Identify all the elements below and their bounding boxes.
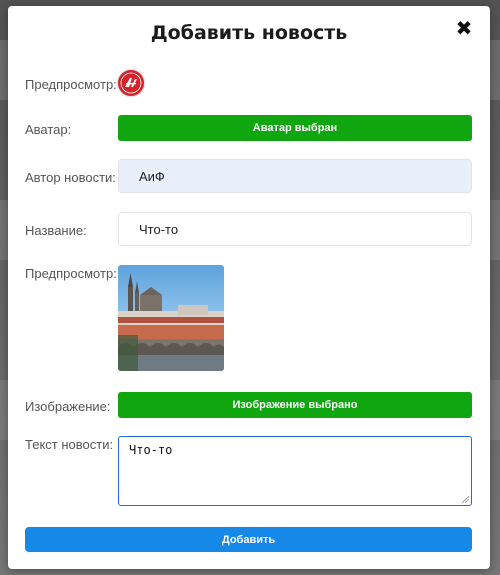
title-label: Название: (25, 223, 87, 238)
image-label: Изображение: (25, 399, 111, 414)
avatar-preview-label: Предпросмотр: (25, 77, 117, 92)
news-text-value: Что-то (129, 443, 173, 457)
avatar-select-button[interactable]: Аватар выбран (118, 115, 472, 141)
news-image-preview (118, 265, 224, 371)
prague-castle-photo (118, 273, 224, 371)
author-input[interactable]: АиФ (118, 159, 472, 193)
add-news-submit-button[interactable]: Добавить (25, 527, 472, 552)
close-icon[interactable]: ✖ (454, 18, 474, 38)
avatar-label: Аватар: (25, 122, 72, 137)
aif-logo-icon (120, 72, 142, 94)
text-label: Текст новости: (25, 437, 114, 452)
author-label: Автор новости: (25, 170, 116, 185)
image-select-button[interactable]: Изображение выбрано (118, 392, 472, 418)
resize-grip-icon[interactable] (461, 495, 469, 503)
avatar-preview-image (118, 70, 144, 96)
image-preview-label: Предпросмотр: (25, 266, 117, 281)
title-input[interactable]: Что-то (118, 212, 472, 246)
modal-title: Добавить новость (150, 22, 348, 44)
add-news-modal: Добавить новость ✖ Предпросмотр: Аватар:… (8, 6, 490, 569)
news-text-textarea[interactable]: Что-то (118, 436, 472, 506)
